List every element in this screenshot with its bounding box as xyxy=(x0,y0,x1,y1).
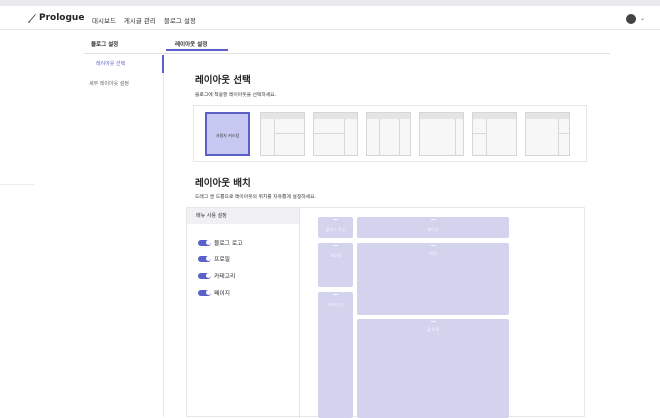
top-bar: Prologue 대시보드 게시글 관리 블로그 설정 ⌄ xyxy=(0,0,660,30)
block-profile[interactable]: 프로필 xyxy=(318,243,353,287)
drag-handle-icon[interactable] xyxy=(430,219,436,220)
toggle-row-profile: 프로필 xyxy=(198,254,230,263)
drag-handle-icon[interactable] xyxy=(333,219,338,220)
drag-handle-icon[interactable] xyxy=(333,294,338,295)
toggle-logo-label: 블로그 로고 xyxy=(214,241,243,247)
sidebar-divider xyxy=(163,73,164,417)
layout-option-5[interactable] xyxy=(419,112,464,156)
toggle-category-label: 카테고리 xyxy=(214,274,236,280)
block-blog-logo[interactable]: 블로그 로고 xyxy=(318,217,353,238)
block-page[interactable]: 페이지 xyxy=(357,217,509,238)
menu-settings-panel: 메뉴 사용 설정 블로그 로고 프로필 카테고리 페이지 xyxy=(187,208,300,418)
toggle-row-category: 카테고리 xyxy=(198,271,235,280)
layout-option-6[interactable] xyxy=(472,112,517,156)
tabs-divider xyxy=(84,53,610,54)
nav-dashboard[interactable]: 대시보드 xyxy=(92,15,116,25)
sidebar: 레이아웃 선택 세부 레이아웃 설정 xyxy=(0,55,164,417)
logo-text: Prologue xyxy=(39,13,85,23)
layout-select-description: 블로그에 적용할 레이아웃을 선택하세요. xyxy=(195,93,277,98)
logo[interactable]: Prologue xyxy=(27,13,84,23)
nav-blog-settings[interactable]: 블로그 설정 xyxy=(164,15,196,25)
tab-layout-settings[interactable]: 레이아웃 설정 xyxy=(175,40,207,48)
layout-option-7[interactable] xyxy=(525,112,570,156)
drag-handle-icon[interactable] xyxy=(430,321,436,322)
sidebar-item-detail-layout[interactable]: 세부 레이아웃 설정 xyxy=(89,80,129,87)
layout-options: 사용자 커스텀 xyxy=(193,105,587,162)
nav-posts[interactable]: 게시글 관리 xyxy=(124,15,156,25)
toggle-page-label: 페이지 xyxy=(214,291,230,297)
layout-option-custom-label: 사용자 커스텀 xyxy=(215,133,240,138)
toggle-page[interactable] xyxy=(198,289,211,296)
layout-option-custom[interactable]: 사용자 커스텀 xyxy=(205,112,250,156)
sidebar-active-indicator xyxy=(162,55,164,73)
main-nav: 대시보드 게시글 관리 블로그 설정 xyxy=(92,15,196,25)
tab-blog-settings[interactable]: 블로그 설정 xyxy=(91,40,118,48)
layout-option-3[interactable] xyxy=(313,112,358,156)
layout-option-2[interactable] xyxy=(260,112,305,156)
toggle-row-logo: 블로그 로고 xyxy=(198,238,243,247)
toggle-profile[interactable] xyxy=(198,255,211,262)
drag-handle-icon[interactable] xyxy=(430,245,436,246)
block-post-list[interactable]: 글 목록 xyxy=(357,319,509,418)
feather-pen-icon xyxy=(28,13,37,23)
layout-canvas: 블로그 로고 페이지 프로필 위젯 카테고리 글 목록 xyxy=(310,208,586,418)
toggle-row-page: 페이지 xyxy=(198,288,230,297)
left-edge-divider xyxy=(0,184,34,185)
toggle-category[interactable] xyxy=(198,272,211,279)
sidebar-item-layout-select[interactable]: 레이아웃 선택 xyxy=(96,60,125,67)
block-widget[interactable]: 위젯 xyxy=(357,243,509,315)
toggle-profile-label: 프로필 xyxy=(214,257,230,263)
block-category[interactable]: 카테고리 xyxy=(318,292,353,418)
drag-handle-icon[interactable] xyxy=(333,245,338,246)
layout-select-title: 레이아웃 선택 xyxy=(195,75,251,86)
settings-tabs: 블로그 설정 레이아웃 설정 xyxy=(0,36,660,54)
active-tab-indicator xyxy=(166,49,228,51)
avatar[interactable] xyxy=(626,14,636,24)
layout-option-4[interactable] xyxy=(366,112,411,156)
toggle-logo[interactable] xyxy=(198,239,211,246)
layout-arrange-title: 레이아웃 배치 xyxy=(195,178,251,189)
layout-arrange-description: 드래그 앤 드롭으로 레이아웃의 위치를 자유롭게 설정하세요. xyxy=(195,195,317,200)
chevron-down-icon[interactable]: ⌄ xyxy=(640,15,645,22)
layout-editor: 메뉴 사용 설정 블로그 로고 프로필 카테고리 페이지 블로그 로고 페이지 xyxy=(186,207,586,418)
menu-settings-header: 메뉴 사용 설정 xyxy=(187,208,299,224)
